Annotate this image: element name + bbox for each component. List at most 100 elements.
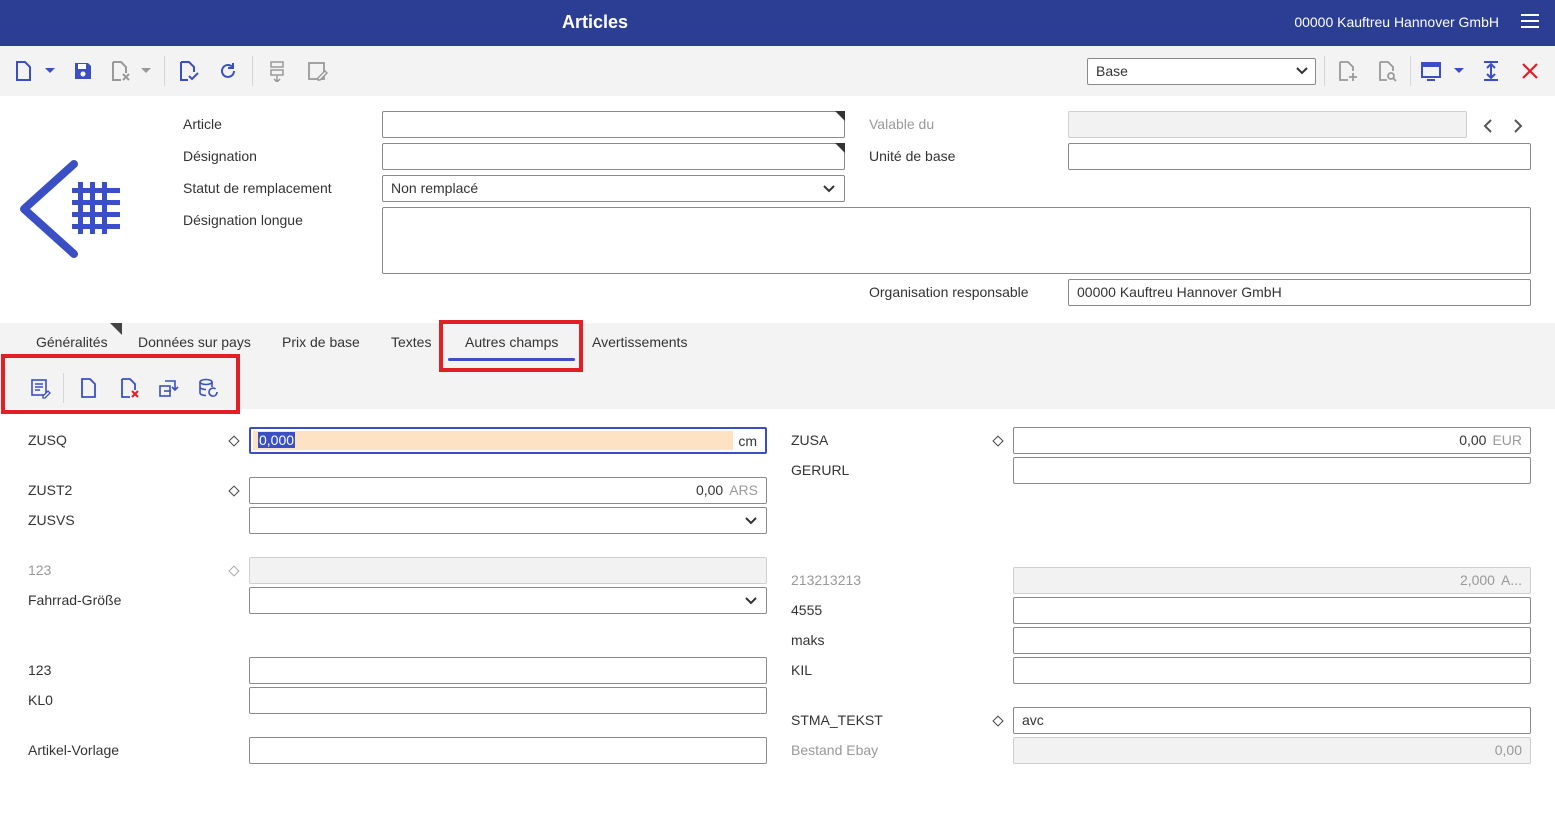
chevron-down-icon[interactable]: [40, 59, 60, 83]
title-bar: Articles 00000 Kauftreu Hannover GmbH: [0, 0, 1555, 46]
chevron-down-icon: [822, 182, 836, 199]
modified-icon: [228, 485, 240, 497]
tab-prix-de-base[interactable]: Prix de base: [282, 334, 360, 350]
zust2-unit: ARS: [729, 482, 758, 498]
kl0-input[interactable]: [249, 687, 767, 714]
kil-input[interactable]: [1013, 657, 1531, 684]
designation-label: Désignation: [183, 148, 257, 164]
modified-icon: [228, 435, 240, 447]
long-designation-label: Désignation longue: [183, 212, 303, 228]
view-select[interactable]: Base: [1087, 58, 1316, 85]
field-123b-label: 123: [28, 662, 52, 678]
articles-logo-icon: [18, 160, 122, 258]
search-document-icon[interactable]: [1375, 59, 1399, 83]
zusa-label: ZUSA: [791, 432, 829, 448]
zusvs-select[interactable]: [249, 507, 767, 534]
zusq-label: ZUSQ: [28, 432, 67, 448]
stma-tekst-input[interactable]: avc: [1013, 707, 1531, 734]
next-icon[interactable]: [1506, 114, 1530, 138]
base-unit-input[interactable]: [1068, 143, 1531, 170]
field-123-label: 123: [28, 562, 52, 578]
fahrrad-groesse-label: Fahrrad-Größe: [28, 592, 122, 608]
maks-input[interactable]: [1013, 627, 1531, 654]
modified-icon: [228, 565, 240, 577]
zust2-value: 0,00: [695, 482, 724, 498]
article-label: Article: [183, 116, 222, 132]
stma-tekst-value: avc: [1022, 712, 1044, 728]
responsible-org-label: Organisation responsable: [869, 284, 1029, 300]
valid-from-input: [1068, 111, 1467, 138]
replacement-status-select[interactable]: Non remplacé: [382, 175, 845, 202]
field-213213213-input: 2,000 A...: [1013, 567, 1531, 594]
edit-form-icon[interactable]: [305, 59, 329, 83]
hamburger-menu-icon[interactable]: [1521, 14, 1539, 30]
bestand-ebay-input: 0,00: [1013, 737, 1531, 764]
valid-from-label: Valable du: [869, 116, 935, 132]
chevron-down-icon: [744, 594, 758, 611]
organization-label[interactable]: 00000 Kauftreu Hannover GmbH: [1294, 14, 1499, 30]
replacement-status-label: Statut de remplacement: [183, 180, 332, 196]
field-123-input: [249, 557, 767, 584]
fit-height-icon[interactable]: [1479, 59, 1503, 83]
base-unit-label: Unité de base: [869, 148, 956, 164]
structure-icon[interactable]: [265, 59, 289, 83]
field-123b-input[interactable]: [249, 657, 767, 684]
field-4555-label: 4555: [791, 602, 823, 618]
refresh-icon[interactable]: [216, 59, 240, 83]
discard-icon[interactable]: [108, 59, 132, 83]
new-document-icon[interactable]: [11, 59, 35, 83]
artikel-vorlage-input[interactable]: [249, 737, 767, 764]
tab-donnees-sur-pays[interactable]: Données sur pays: [138, 334, 251, 350]
chevron-down-icon[interactable]: [1449, 59, 1469, 83]
artikel-vorlage-label: Artikel-Vorlage: [28, 742, 120, 758]
close-icon[interactable]: [1518, 59, 1542, 83]
field-213213213-unit: A...: [1500, 572, 1522, 588]
zusa-input[interactable]: 0,00 EUR: [1013, 427, 1531, 454]
maks-label: maks: [791, 632, 825, 648]
chevron-down-icon: [744, 514, 758, 531]
main-toolbar: Base: [0, 46, 1555, 96]
stma-tekst-label: STMA_TEKST: [791, 712, 883, 728]
chevron-down-icon[interactable]: [136, 59, 156, 83]
field-213213213-value: 2,000: [1459, 572, 1495, 588]
validate-icon[interactable]: [176, 59, 200, 83]
kl0-label: KL0: [28, 692, 53, 708]
view-select-value: Base: [1096, 63, 1128, 79]
zusvs-label: ZUSVS: [28, 512, 75, 528]
long-designation-textarea[interactable]: [382, 207, 1531, 274]
highlight-box-tab: [439, 320, 583, 372]
app-title: Articles: [561, 12, 629, 32]
required-marker: [835, 111, 845, 121]
replacement-status-value: Non remplacé: [391, 180, 479, 196]
bestand-ebay-label: Bestand Ebay: [791, 742, 879, 758]
zusq-value: 0,000: [258, 432, 296, 448]
zusa-unit: EUR: [1492, 432, 1522, 448]
new-page-icon[interactable]: [1335, 59, 1359, 83]
zusa-value: 0,00: [1459, 432, 1487, 448]
save-icon[interactable]: [71, 59, 95, 83]
previous-icon[interactable]: [1476, 114, 1500, 138]
responsible-org-value: 00000 Kauftreu Hannover GmbH: [1077, 284, 1282, 300]
tab-generalites[interactable]: Généralités: [36, 334, 108, 350]
tab-textes[interactable]: Textes: [391, 334, 431, 350]
fahrrad-groesse-select[interactable]: [249, 587, 767, 614]
modified-icon: [992, 715, 1004, 727]
window-icon[interactable]: [1419, 59, 1443, 83]
gerurl-input[interactable]: [1013, 457, 1531, 484]
gerurl-label: GERURL: [791, 462, 850, 478]
zusq-input[interactable]: 0,000 cm: [249, 427, 767, 454]
designation-input[interactable]: [382, 143, 845, 170]
bestand-ebay-value: 0,00: [1494, 742, 1522, 758]
modified-icon: [992, 435, 1004, 447]
chevron-down-icon: [1295, 64, 1309, 81]
responsible-org-input[interactable]: 00000 Kauftreu Hannover GmbH: [1068, 279, 1531, 306]
article-input[interactable]: [382, 111, 845, 138]
tab-marker: [110, 323, 122, 335]
kil-label: KIL: [791, 662, 813, 678]
field-4555-input[interactable]: [1013, 597, 1531, 624]
highlight-box-subtoolbar: [1, 354, 240, 414]
zusq-unit: cm: [738, 433, 757, 449]
tab-avertissements[interactable]: Avertissements: [592, 334, 687, 350]
zust2-input[interactable]: 0,00 ARS: [249, 477, 767, 504]
zust2-label: ZUST2: [28, 482, 73, 498]
